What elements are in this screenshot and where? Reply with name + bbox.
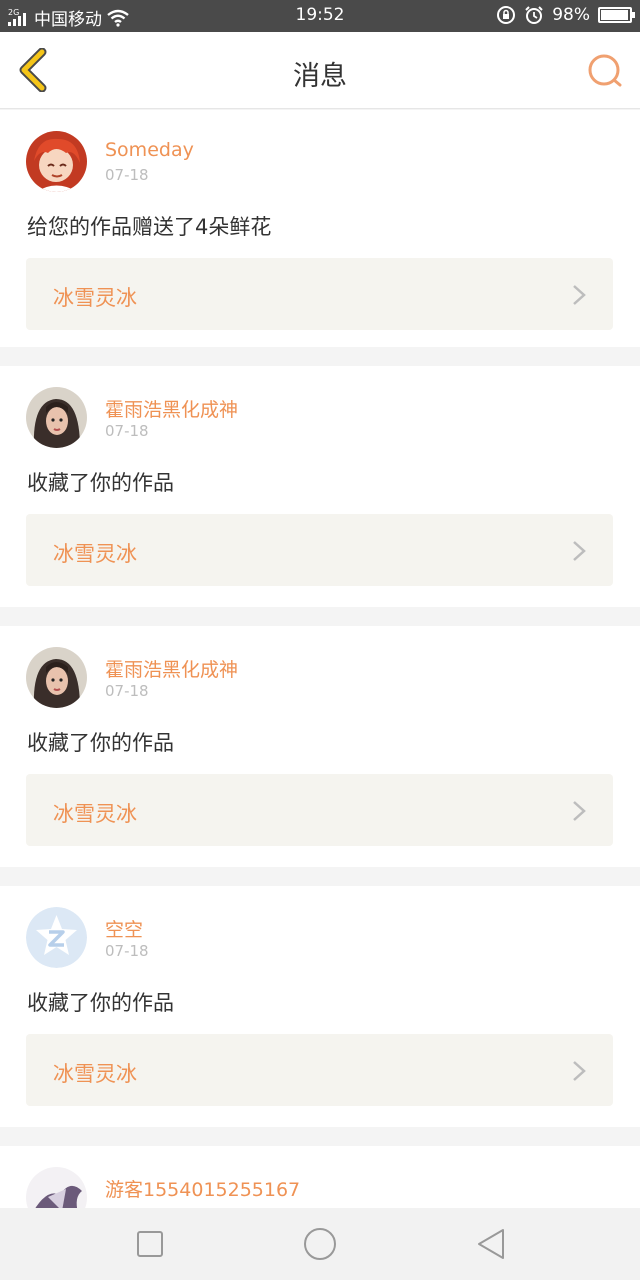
message-card: 霍雨浩黑化成神 07-18 收藏了你的作品 冰雪灵冰 [0, 626, 640, 867]
avatar[interactable] [26, 647, 87, 708]
search-icon[interactable] [586, 52, 624, 90]
recent-apps-icon[interactable] [132, 1226, 168, 1262]
header: 消息 [0, 32, 640, 109]
chevron-right-icon [573, 801, 586, 821]
message-card: 游客1554015255167 [0, 1146, 640, 1228]
alarm-icon [525, 6, 543, 24]
photo-avatar-icon [26, 387, 87, 448]
work-title: 冰雪灵冰 [53, 802, 137, 826]
work-title: 冰雪灵冰 [53, 286, 137, 310]
back-triangle-icon[interactable] [474, 1226, 510, 1262]
work-title: 冰雪灵冰 [53, 1062, 137, 1086]
default-avatar-icon [26, 907, 87, 968]
username[interactable]: 空空 [105, 915, 143, 942]
page-title: 消息 [293, 61, 347, 92]
system-nav-bar [0, 1208, 640, 1280]
work-link[interactable]: 冰雪灵冰 [26, 258, 613, 330]
work-link[interactable]: 冰雪灵冰 [26, 1034, 613, 1106]
message-date: 07-18 [105, 682, 149, 700]
status-bar: 2G 中国移动 19:52 98% [0, 0, 640, 32]
avatar[interactable] [26, 387, 87, 448]
battery-percent: 98% [552, 5, 590, 25]
work-link[interactable]: 冰雪灵冰 [26, 774, 613, 846]
rotation-lock-icon [497, 6, 516, 24]
work-link[interactable]: 冰雪灵冰 [26, 514, 613, 586]
message-date: 07-18 [105, 166, 149, 184]
avatar[interactable] [26, 131, 87, 192]
message-card: Someday 07-18 给您的作品赠送了4朵鲜花 冰雪灵冰 [0, 110, 640, 347]
username[interactable]: 霍雨浩黑化成神 [105, 395, 238, 422]
anime-avatar-icon [26, 131, 87, 192]
battery-icon [598, 7, 635, 23]
message-date: 07-18 [105, 422, 149, 440]
username[interactable]: 游客1554015255167 [105, 1175, 300, 1202]
message-card: 空空 07-18 收藏了你的作品 冰雪灵冰 [0, 886, 640, 1127]
status-right: 98% [496, 5, 635, 25]
chevron-right-icon [573, 1061, 586, 1081]
home-icon[interactable] [302, 1226, 338, 1262]
username[interactable]: 霍雨浩黑化成神 [105, 655, 238, 682]
message-action: 给您的作品赠送了4朵鲜花 [27, 215, 272, 239]
avatar[interactable] [26, 907, 87, 968]
work-title: 冰雪灵冰 [53, 542, 137, 566]
message-action: 收藏了你的作品 [27, 471, 174, 495]
username[interactable]: Someday [105, 139, 194, 161]
chevron-right-icon [573, 541, 586, 561]
photo-avatar-icon [26, 647, 87, 708]
message-action: 收藏了你的作品 [27, 731, 174, 755]
message-card: 霍雨浩黑化成神 07-18 收藏了你的作品 冰雪灵冰 [0, 366, 640, 607]
message-action: 收藏了你的作品 [27, 991, 174, 1015]
message-date: 07-18 [105, 942, 149, 960]
chevron-right-icon [573, 285, 586, 305]
